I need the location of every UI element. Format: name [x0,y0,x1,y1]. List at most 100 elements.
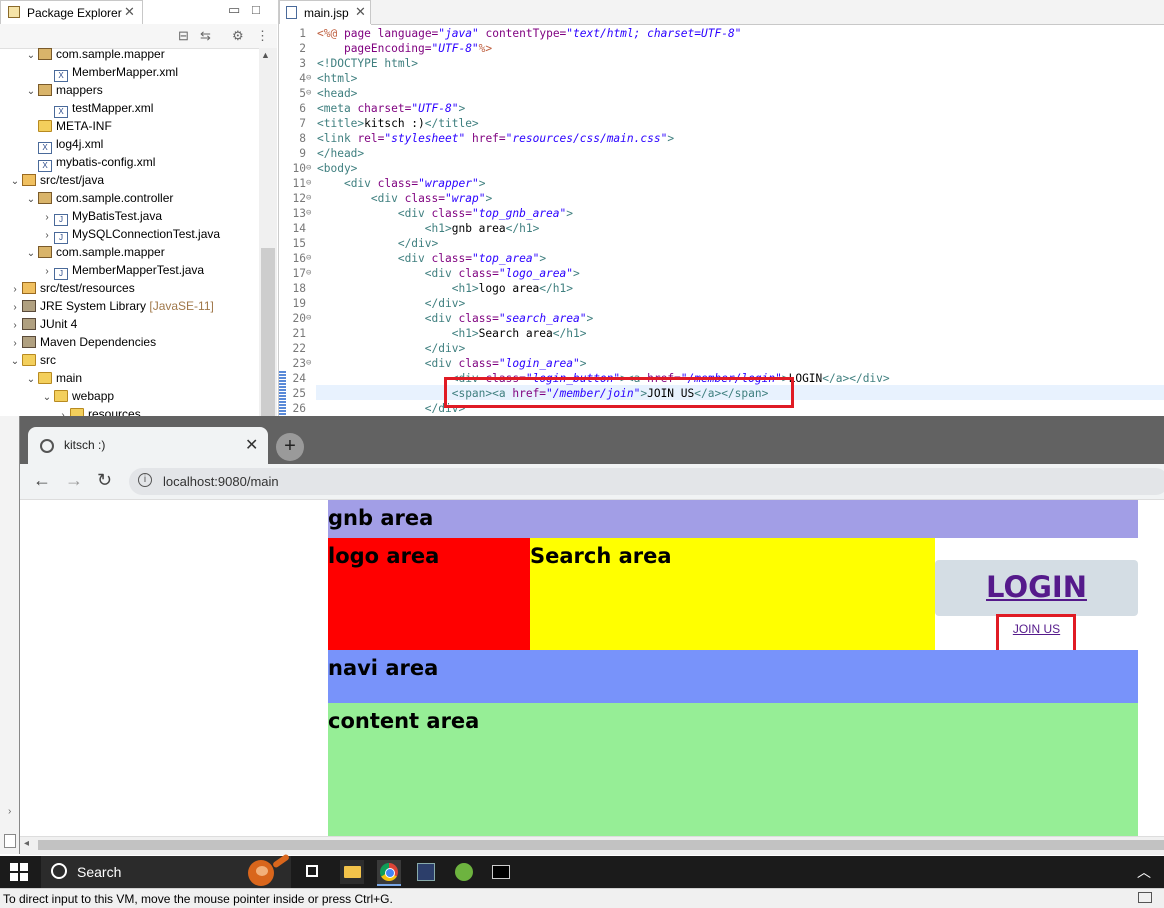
browser-tab[interactable]: kitsch :) ✕ [28,427,268,464]
fold-toggle-icon [306,41,316,56]
task-view-icon[interactable] [302,860,326,884]
close-icon[interactable]: ✕ [355,4,366,20]
content-heading: content area [328,709,480,733]
line-number: 20 [292,312,306,325]
search-area: Search area [530,538,935,650]
tree-item[interactable]: META-INF [24,117,112,135]
back-icon[interactable]: ← [33,470,51,491]
fold-toggle-icon[interactable]: ⊖ [306,191,316,206]
tree-item[interactable]: › resources [56,405,141,416]
editor-left-gutter [0,416,19,854]
chevron-down-icon[interactable]: ⌄ [24,83,38,101]
horizontal-scroll-thumb[interactable] [38,840,1164,850]
tree-item[interactable]: › src/test/resources [8,279,134,297]
tab-main-jsp[interactable]: main.jsp ✕ [279,0,371,24]
tree-item[interactable]: ⌄ com.sample.mapper [24,243,165,261]
tree-item[interactable]: ⌄ main [24,369,82,387]
fold-toggle-icon[interactable]: ⊖ [306,71,316,86]
address-bar[interactable]: i localhost:9080/main [129,468,1164,495]
code-line: <link rel="stylesheet" href="resources/c… [317,132,675,145]
tree-item[interactable]: › J MySQLConnectionTest.java [40,225,220,244]
windows-start-icon[interactable] [10,863,28,881]
chevron-down-icon[interactable]: ⌄ [24,371,38,389]
line-number: 18 [292,282,306,295]
chevron-down-icon[interactable]: ⌄ [24,47,38,65]
forward-icon[interactable]: → [65,470,83,491]
tree-item[interactable]: › J MemberMapperTest.java [40,261,204,280]
scroll-up-icon[interactable]: ▲ [261,50,270,60]
chevron-down-icon[interactable]: ⌄ [24,191,38,209]
chevron-down-icon[interactable]: ⌄ [8,173,22,191]
collapse-all-icon[interactable]: ⊟ [178,28,189,44]
fold-toggle-icon[interactable]: ⊖ [306,251,316,266]
terminal-icon[interactable] [489,860,513,884]
explorer-scroll-thumb[interactable] [261,248,275,416]
fold-toggle-icon[interactable]: ⊖ [306,86,316,101]
tree-item[interactable]: XtestMapper.xml [40,99,153,118]
link-editor-icon[interactable]: ⇆ [200,28,211,44]
close-icon[interactable]: ✕ [124,4,135,20]
filter-icon[interactable]: ⚙ [232,28,244,44]
line-number: 16 [292,252,306,265]
editor-tab-bar [371,0,1164,25]
tree-item[interactable]: ⌄ webapp [40,387,114,405]
new-tab-button[interactable]: + [276,433,304,461]
fold-toggle-icon[interactable]: ⊖ [306,266,316,281]
network-icon [1138,892,1152,903]
tree-item[interactable]: › Maven Dependencies [8,333,156,351]
code-area[interactable]: 1 <%@ page language="java" contentType="t… [279,25,1164,416]
tree-item[interactable]: Xmybatis-config.xml [24,153,155,172]
scroll-left-icon[interactable]: › [8,806,11,817]
tree-item[interactable]: ⌄ com.sample.mapper [24,47,165,63]
tree-item[interactable]: ⌄ com.sample.controller [24,189,174,209]
fold-toggle-icon[interactable]: ⊖ [306,161,316,176]
close-tab-icon[interactable]: ✕ [245,435,258,455]
tree-item-label: com.sample.controller [56,191,174,205]
reload-icon[interactable]: ↻ [97,470,112,491]
fold-toggle-icon[interactable]: ⊖ [306,356,316,371]
tree-item[interactable]: › JRE System Library [JavaSE-11] [8,297,214,315]
library-icon [22,318,36,330]
code-line: <div class="search_area"> [424,312,594,325]
search-heading: Search area [530,544,672,568]
spring-tool-icon[interactable] [452,860,476,884]
maximize-icon[interactable]: □ [252,2,260,17]
tree-item[interactable]: › J MyBatisTest.java [40,207,162,226]
source-folder-icon [22,174,36,186]
package-icon [38,48,52,60]
fold-toggle-icon[interactable]: ⊖ [306,311,316,326]
chevron-down-icon[interactable]: ⌄ [40,389,54,407]
login-button[interactable]: LOGIN [935,560,1138,616]
fold-toggle-icon [306,116,316,131]
fold-toggle-icon[interactable]: ⊖ [306,206,316,221]
library-icon [22,300,36,312]
fold-toggle-icon [306,326,316,341]
minimize-icon[interactable]: ▭ [228,2,240,18]
chevron-right-icon[interactable]: › [56,407,70,416]
scroll-left-arrow-icon[interactable]: ◂ [24,838,29,849]
tab-package-explorer[interactable]: Package Explorer ✕ [0,0,143,24]
chevron-up-icon[interactable]: ︿ [1137,862,1151,882]
info-icon[interactable]: i [138,473,152,487]
tree-item[interactable]: ⌄ src/test/java [8,171,104,189]
fold-toggle-icon[interactable]: ⊖ [306,176,316,191]
tree-item[interactable]: › JUnit 4 [8,315,77,333]
chevron-down-icon[interactable]: ⌄ [24,245,38,263]
tree-item[interactable]: ⌄ mappers [24,81,103,99]
line-number: 19 [292,297,306,310]
login-link[interactable]: LOGIN [935,570,1138,604]
view-menu-icon[interactable]: ⋮ [256,28,269,44]
eclipse-icon[interactable] [414,860,438,884]
tree-item[interactable]: ⌄ src [8,351,56,369]
highlight-box-join [996,614,1076,653]
chevron-down-icon[interactable]: ⌄ [8,353,22,371]
line-number: 3 [299,57,306,70]
content-area: content area [328,703,1138,836]
tree-item[interactable]: X MemberMapper.xml [40,63,178,82]
tree-item[interactable]: Xlog4j.xml [24,135,104,154]
chrome-icon[interactable] [377,860,401,886]
fold-toggle-icon [306,371,316,386]
file-explorer-icon[interactable] [340,860,364,884]
tree-item-label: log4j.xml [56,137,104,151]
tree-item-label: src [40,353,56,367]
